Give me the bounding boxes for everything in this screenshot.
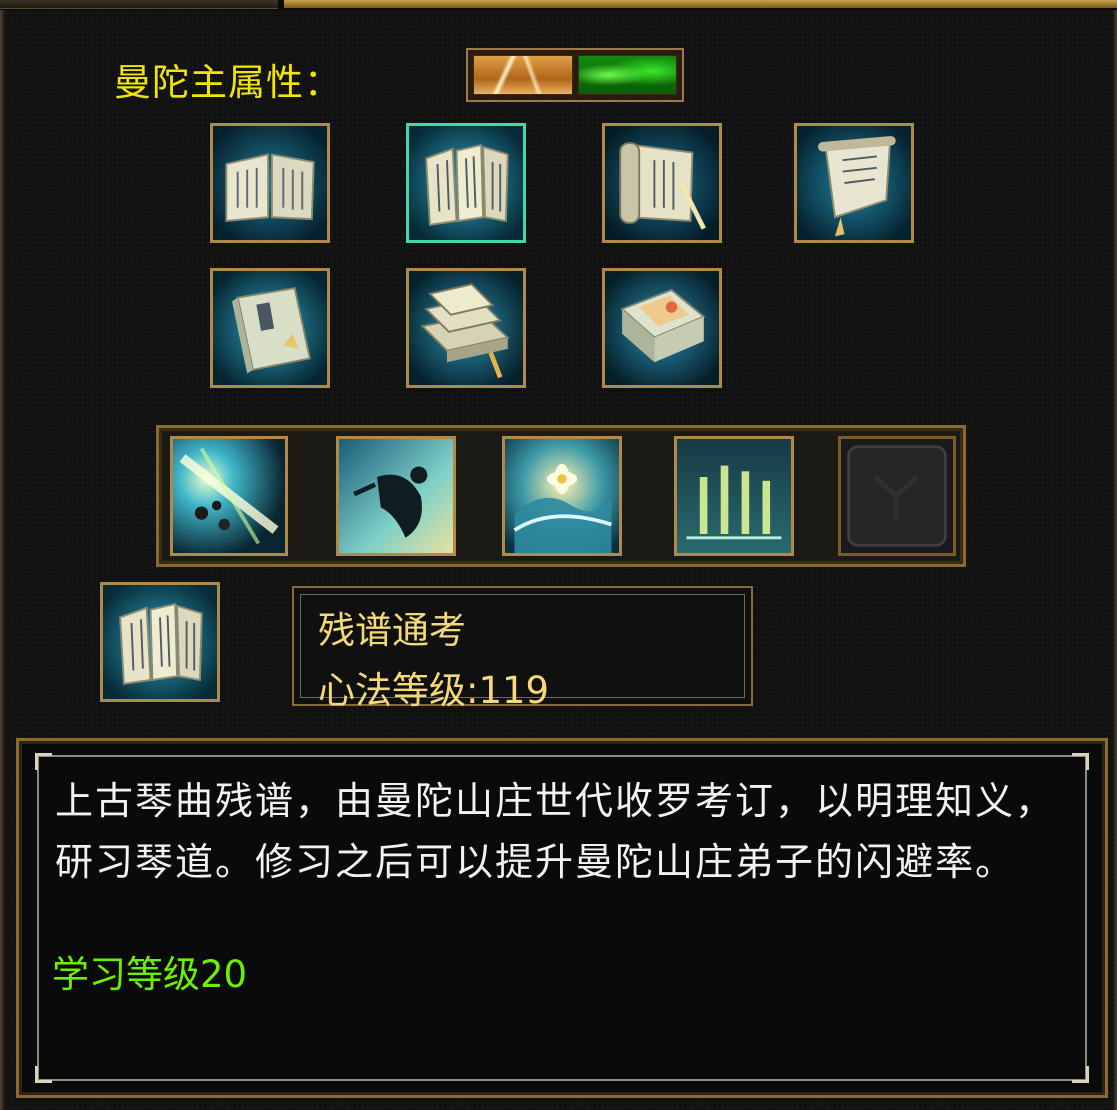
manual-slot-6[interactable] — [406, 268, 526, 388]
skill-slot-1[interactable] — [170, 436, 288, 556]
selected-manual-icon — [100, 582, 220, 702]
manual-level: 心法等级:119 — [318, 669, 550, 712]
closed-book-icon — [213, 271, 327, 385]
description-box: 上古琴曲残谱，由曼陀山庄世代收罗考订，以明理知义，研习琴道。修习之后可以提升曼陀… — [16, 738, 1108, 1098]
green-attribute-swatch — [577, 55, 677, 95]
window-left-frame — [0, 10, 5, 1110]
empty-skill-slot-icon — [841, 439, 953, 553]
main-attribute-indicator — [466, 48, 684, 102]
folded-booklet-icon — [409, 126, 523, 240]
stacked-books-icon — [409, 271, 523, 385]
skill-slot-3[interactable] — [502, 436, 622, 556]
manual-info-box: 残谱通考 心法等级:119 — [292, 586, 753, 712]
description-text: 上古琴曲残谱，由曼陀山庄世代收罗考订，以明理知义，研习琴道。修习之后可以提升曼陀… — [55, 779, 1056, 884]
window-right-frame — [1113, 10, 1117, 1110]
hanging-scroll-icon — [797, 126, 911, 240]
corner-ornament — [1072, 1066, 1089, 1083]
manual-slot-7[interactable] — [602, 268, 722, 388]
lotus-wave-skill-icon — [505, 439, 619, 553]
manual-slot-4[interactable] — [794, 123, 914, 243]
open-book-icon — [213, 126, 327, 240]
gold-attribute-swatch — [473, 55, 573, 95]
learn-level-requirement: 学习等级20 — [52, 953, 248, 996]
skill-slot-5[interactable] — [838, 436, 956, 556]
corner-ornament — [35, 753, 52, 770]
corner-ornament — [1072, 753, 1089, 770]
leaping-figure-skill-icon — [339, 439, 453, 553]
folded-booklet-icon — [103, 585, 217, 699]
skill-slot-4[interactable] — [674, 436, 794, 556]
title-bar-dark-segment — [0, 0, 278, 9]
corner-ornament — [35, 1066, 52, 1083]
strike-burst-skill-icon — [173, 439, 285, 553]
main-attribute-label: 曼陀主属性： — [114, 61, 342, 104]
skill-slot-2[interactable] — [336, 436, 456, 556]
manual-slot-3[interactable] — [602, 123, 722, 243]
manual-slot-5[interactable] — [210, 268, 330, 388]
scroll-with-brush-icon — [605, 126, 719, 240]
manual-slot-2[interactable] — [406, 123, 526, 243]
title-bar-gold-segment — [284, 0, 1117, 8]
manual-slot-1[interactable] — [210, 123, 330, 243]
manual-name: 残谱通考 — [318, 609, 466, 652]
light-pillars-skill-icon — [677, 439, 791, 553]
painted-case-icon — [605, 271, 719, 385]
window-top-frame — [0, 0, 1117, 10]
